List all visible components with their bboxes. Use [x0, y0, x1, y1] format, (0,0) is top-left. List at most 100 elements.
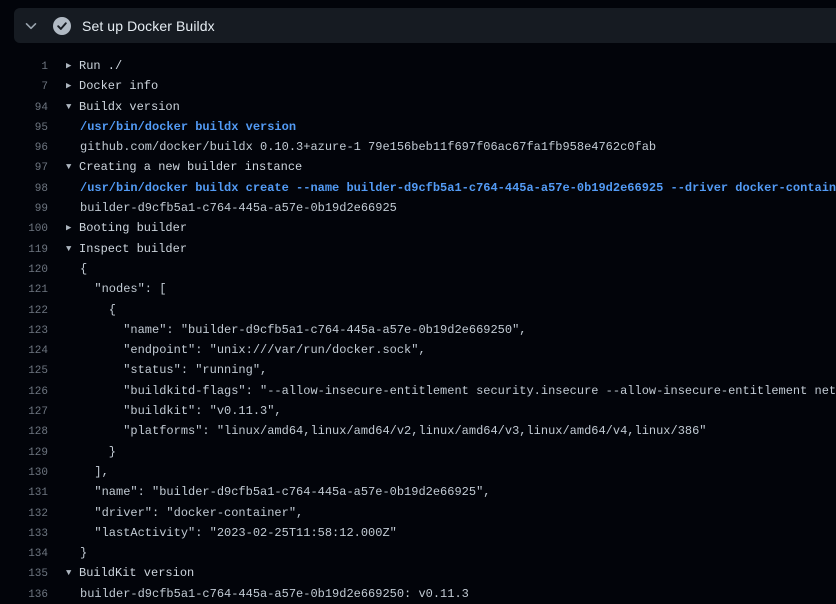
log-line: 128 "platforms": "linux/amd64,linux/amd6…: [0, 421, 836, 441]
line-number[interactable]: 126: [0, 382, 48, 401]
log-text: "endpoint": "unix:///var/run/docker.sock…: [66, 340, 426, 360]
line-number[interactable]: 124: [0, 341, 48, 360]
log-group-body: ▶Booting builder: [66, 218, 187, 238]
log-line: 99 builder-d9cfb5a1-c764-445a-a57e-0b19d2…: [0, 198, 836, 218]
log-line: 131 "name": "builder-d9cfb5a1-c764-445a-…: [0, 482, 836, 502]
log-group-body: ▶Run ./: [66, 56, 122, 76]
log-line: 123 "name": "builder-d9cfb5a1-c764-445a-…: [0, 320, 836, 340]
log-text: ],: [66, 462, 109, 482]
group-title: Booting builder: [79, 221, 187, 235]
log-line: 127 "buildkit": "v0.11.3",: [0, 401, 836, 421]
line-number[interactable]: 7: [0, 77, 48, 96]
step-header[interactable]: Set up Docker Buildx: [14, 8, 836, 43]
line-number[interactable]: 131: [0, 483, 48, 502]
log-group-line[interactable]: 135 ▼BuildKit version: [0, 563, 836, 583]
line-number[interactable]: 134: [0, 544, 48, 563]
group-title: Run ./: [79, 59, 122, 73]
line-number[interactable]: 95: [0, 118, 48, 137]
log-line: 129 }: [0, 442, 836, 462]
triangle-right-icon[interactable]: ▶: [66, 76, 79, 96]
log-text: github.com/docker/buildx 0.10.3+azure-1 …: [66, 137, 656, 157]
log-line: 98/usr/bin/docker buildx create --name b…: [0, 178, 836, 198]
check-circle-icon: [53, 17, 71, 35]
log-text: }: [66, 442, 116, 462]
line-number[interactable]: 133: [0, 524, 48, 543]
step-title: Set up Docker Buildx: [82, 18, 215, 34]
actions-log-viewer: Set up Docker Buildx 1▶Run ./7▶Docker in…: [0, 0, 836, 604]
log-line: 125 "status": "running",: [0, 360, 836, 380]
log-group-line[interactable]: 97 ▼Creating a new builder instance: [0, 157, 836, 177]
command-text: /usr/bin/docker buildx version: [66, 117, 296, 137]
log-group-line[interactable]: 94 ▼Buildx version: [0, 97, 836, 117]
line-number[interactable]: 97: [0, 158, 48, 177]
log-line: 122 {: [0, 300, 836, 320]
log-container: 1▶Run ./7▶Docker info94▼Buildx version95…: [0, 43, 836, 604]
log-text: "status": "running",: [66, 360, 267, 380]
log-group-body: ▼BuildKit version: [66, 563, 194, 583]
line-number[interactable]: 119: [0, 240, 48, 259]
line-number[interactable]: 120: [0, 260, 48, 279]
line-number[interactable]: 122: [0, 301, 48, 320]
line-number[interactable]: 125: [0, 361, 48, 380]
command-text: /usr/bin/docker buildx create --name bui…: [66, 178, 836, 198]
line-number[interactable]: 121: [0, 280, 48, 299]
group-title: Docker info: [79, 79, 158, 93]
line-number[interactable]: 132: [0, 504, 48, 523]
triangle-right-icon[interactable]: ▶: [66, 218, 79, 238]
line-number[interactable]: 98: [0, 179, 48, 198]
log-line: 130 ],: [0, 462, 836, 482]
chevron-down-icon[interactable]: [18, 13, 44, 39]
line-number[interactable]: 127: [0, 402, 48, 421]
log-group-line[interactable]: 119 ▼Inspect builder: [0, 239, 836, 259]
log-line: 95/usr/bin/docker buildx version: [0, 117, 836, 137]
log-line: 120 {: [0, 259, 836, 279]
log-line: 133 "lastActivity": "2023-02-25T11:58:12…: [0, 523, 836, 543]
log-line: 96 github.com/docker/buildx 0.10.3+azure-…: [0, 137, 836, 157]
log-group-body: ▼Inspect builder: [66, 239, 187, 259]
log-line: 136 builder-d9cfb5a1-c764-445a-a57e-0b19d…: [0, 584, 836, 604]
group-title: Creating a new builder instance: [79, 160, 302, 174]
log-text: builder-d9cfb5a1-c764-445a-a57e-0b19d2e6…: [66, 584, 469, 604]
log-text: "name": "builder-d9cfb5a1-c764-445a-a57e…: [66, 320, 526, 340]
line-number[interactable]: 1: [0, 57, 48, 76]
log-group-line[interactable]: 100 ▶Booting builder: [0, 218, 836, 238]
triangle-down-icon[interactable]: ▼: [66, 157, 79, 177]
line-number[interactable]: 96: [0, 138, 48, 157]
log-group-line[interactable]: 7 ▶Docker info: [0, 76, 836, 96]
log-line: 132 "driver": "docker-container",: [0, 503, 836, 523]
log-text: }: [66, 543, 87, 563]
group-title: Inspect builder: [79, 242, 187, 256]
line-number[interactable]: 99: [0, 199, 48, 218]
log-line: 126 "buildkitd-flags": "--allow-insecure…: [0, 381, 836, 401]
triangle-right-icon[interactable]: ▶: [66, 56, 79, 76]
group-title: BuildKit version: [79, 566, 194, 580]
line-number[interactable]: 130: [0, 463, 48, 482]
log-group-body: ▶Docker info: [66, 76, 158, 96]
triangle-down-icon[interactable]: ▼: [66, 563, 79, 583]
log-group-body: ▼Creating a new builder instance: [66, 157, 302, 177]
group-title: Buildx version: [79, 100, 180, 114]
line-number[interactable]: 94: [0, 98, 48, 117]
log-text: "buildkit": "v0.11.3",: [66, 401, 282, 421]
triangle-down-icon[interactable]: ▼: [66, 239, 79, 259]
log-group-line[interactable]: 1 ▶Run ./: [0, 56, 836, 76]
log-line: 134}: [0, 543, 836, 563]
log-text: "nodes": [: [66, 279, 166, 299]
log-text: builder-d9cfb5a1-c764-445a-a57e-0b19d2e6…: [66, 198, 397, 218]
log-text: {: [66, 259, 87, 279]
line-number[interactable]: 129: [0, 443, 48, 462]
log-text: "buildkitd-flags": "--allow-insecure-ent…: [66, 381, 836, 401]
line-number[interactable]: 135: [0, 564, 48, 583]
log-line: 124 "endpoint": "unix:///var/run/docker.…: [0, 340, 836, 360]
line-number[interactable]: 123: [0, 321, 48, 340]
log-text: "driver": "docker-container",: [66, 503, 303, 523]
log-text: {: [66, 300, 116, 320]
triangle-down-icon[interactable]: ▼: [66, 97, 79, 117]
log-line: 121 "nodes": [: [0, 279, 836, 299]
log-text: "name": "builder-d9cfb5a1-c764-445a-a57e…: [66, 482, 490, 502]
log-group-body: ▼Buildx version: [66, 97, 180, 117]
log-text: "platforms": "linux/amd64,linux/amd64/v2…: [66, 421, 707, 441]
line-number[interactable]: 136: [0, 585, 48, 604]
line-number[interactable]: 128: [0, 422, 48, 441]
line-number[interactable]: 100: [0, 219, 48, 238]
